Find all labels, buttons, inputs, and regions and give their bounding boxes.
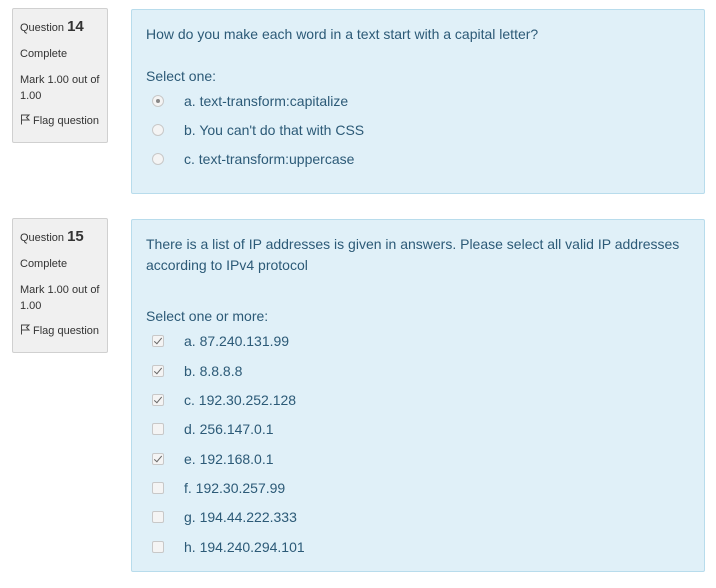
- answer-option[interactable]: f. 192.30.257.99: [152, 478, 285, 498]
- flag-icon: [21, 324, 31, 335]
- question-number-value: 14: [67, 18, 84, 35]
- answer-option[interactable]: g. 194.44.222.333: [152, 507, 297, 527]
- question-info-panel: Question 15 Complete Mark 1.00 out of 1.…: [12, 218, 108, 353]
- answer-checkbox[interactable]: [152, 541, 164, 553]
- question-number: Question 15: [20, 228, 107, 245]
- answer-checkbox[interactable]: [152, 335, 164, 347]
- answer-checkbox[interactable]: [152, 365, 164, 377]
- answer-label[interactable]: b. 8.8.8.8: [184, 363, 242, 379]
- answer-checkbox[interactable]: [152, 453, 164, 465]
- answer-label[interactable]: c. text-transform:uppercase: [184, 151, 354, 167]
- answer-option[interactable]: a. text-transform:capitalize: [152, 91, 348, 111]
- question-label: Question: [20, 22, 65, 34]
- flag-icon: [21, 114, 31, 125]
- answer-radio[interactable]: [152, 124, 164, 136]
- answer-prompt: Select one or more:: [146, 308, 269, 324]
- answer-radio[interactable]: [152, 153, 164, 165]
- question-grade: Mark 1.00 out of 1.00: [20, 74, 100, 102]
- answer-radio[interactable]: [152, 95, 164, 107]
- question-grade: Mark 1.00 out of 1.00: [20, 284, 100, 312]
- answer-checkbox[interactable]: [152, 394, 164, 406]
- answer-option[interactable]: h. 194.240.294.101: [152, 537, 305, 557]
- answer-label[interactable]: c. 192.30.252.128: [184, 392, 296, 408]
- answer-label[interactable]: d. 256.147.0.1: [184, 421, 274, 437]
- question-number-value: 15: [67, 228, 84, 245]
- answer-checkbox[interactable]: [152, 482, 164, 494]
- answer-option[interactable]: b. You can't do that with CSS: [152, 120, 364, 140]
- question-state: Complete: [20, 48, 68, 60]
- answer-label[interactable]: e. 192.168.0.1: [184, 451, 274, 467]
- answer-option[interactable]: c. text-transform:uppercase: [152, 149, 354, 169]
- question-info-panel: Question 14 Complete Mark 1.00 out of 1.…: [12, 8, 108, 143]
- question-state: Complete: [20, 258, 68, 270]
- question-text: How do you make each word in a text star…: [146, 26, 539, 42]
- answer-option[interactable]: a. 87.240.131.99: [152, 331, 289, 351]
- flag-question-label: Flag question: [33, 325, 100, 337]
- answer-option[interactable]: d. 256.147.0.1: [152, 419, 274, 439]
- flag-question-label: Flag question: [33, 115, 100, 127]
- answer-label[interactable]: a. 87.240.131.99: [184, 333, 289, 349]
- answer-label[interactable]: h. 194.240.294.101: [184, 539, 305, 555]
- answer-label[interactable]: f. 192.30.257.99: [184, 480, 285, 496]
- answer-prompt: Select one:: [146, 68, 217, 84]
- question-content: There is a list of IP addresses is given…: [131, 219, 705, 572]
- answer-option[interactable]: c. 192.30.252.128: [152, 390, 296, 410]
- question-label: Question: [20, 232, 65, 244]
- flag-question-button[interactable]: Flag question: [20, 113, 107, 129]
- question-number: Question 14: [20, 18, 107, 35]
- answer-checkbox[interactable]: [152, 511, 164, 523]
- question-content: How do you make each word in a text star…: [131, 9, 705, 194]
- answer-label[interactable]: g. 194.44.222.333: [184, 509, 297, 525]
- question-text: There is a list of IP addresses is given…: [146, 236, 680, 273]
- answer-label[interactable]: a. text-transform:capitalize: [184, 93, 348, 109]
- flag-question-button[interactable]: Flag question: [20, 323, 107, 339]
- answer-option[interactable]: e. 192.168.0.1: [152, 449, 274, 469]
- answer-checkbox[interactable]: [152, 423, 164, 435]
- answer-option[interactable]: b. 8.8.8.8: [152, 361, 242, 381]
- answer-label[interactable]: b. You can't do that with CSS: [184, 122, 364, 138]
